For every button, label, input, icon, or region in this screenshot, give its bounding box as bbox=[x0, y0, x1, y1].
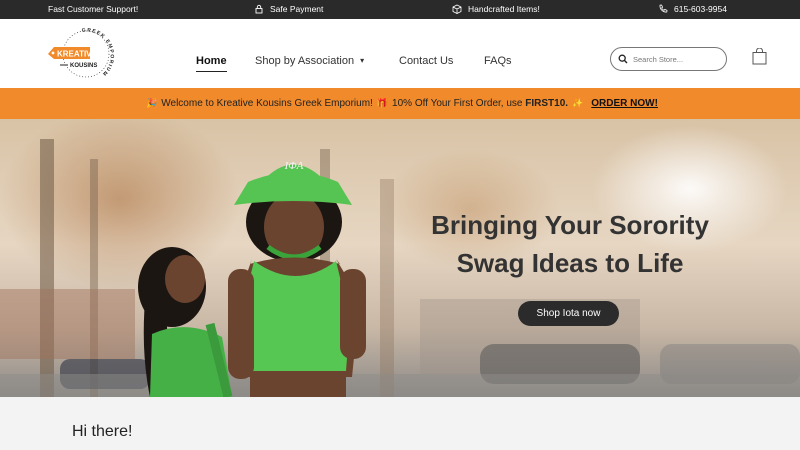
shop-iota-button[interactable]: Shop Iota now bbox=[518, 301, 619, 326]
hero-headline-line1: Bringing Your Sorority bbox=[431, 210, 709, 240]
nav-contact-us[interactable]: Contact Us bbox=[399, 55, 453, 67]
promo-offer: 10% Off Your First Order, use bbox=[392, 98, 523, 109]
handcrafted-notice: Handcrafted Items! bbox=[452, 4, 540, 14]
logo-word-kousins: KOUSINS bbox=[70, 63, 97, 69]
promo-welcome: Welcome to Kreative Kousins Greek Empori… bbox=[161, 98, 373, 109]
payment-text: Safe Payment bbox=[270, 4, 324, 14]
phone-number[interactable]: 615-603-9954 bbox=[674, 4, 727, 14]
lock-icon bbox=[255, 4, 263, 14]
sparkle-icon: ✨ bbox=[572, 98, 584, 108]
promo-code: FIRST10. bbox=[525, 98, 569, 109]
party-popper-icon: 🎉 bbox=[146, 98, 158, 108]
site-header: GREEK EMPORIUM KREATIVE KOUSINS Home Sho… bbox=[0, 19, 800, 88]
search-box[interactable] bbox=[610, 47, 727, 71]
hero-headline-line2: Swag Ideas to Life bbox=[456, 247, 684, 278]
nav-association-label: Shop by Association bbox=[255, 55, 355, 67]
nav-shop-by-association[interactable]: Shop by Association ▾ bbox=[255, 55, 364, 67]
promo-banner: 🎉 Welcome to Kreative Kousins Greek Empo… bbox=[0, 88, 800, 119]
top-bar: Fast Customer Support! Safe Payment Hand… bbox=[0, 0, 800, 19]
logo-word-kreative: KREATIVE bbox=[57, 50, 98, 59]
phone-notice[interactable]: 615-603-9954 bbox=[658, 4, 727, 14]
phone-icon bbox=[659, 4, 668, 13]
box-icon bbox=[452, 4, 462, 14]
hero-banner: IΦA Bringing Your Sorority Swag Ideas to… bbox=[0, 119, 800, 397]
nav-home[interactable]: Home bbox=[196, 55, 227, 72]
site-logo[interactable]: GREEK EMPORIUM KREATIVE KOUSINS bbox=[40, 24, 120, 84]
gift-icon: 🎁 bbox=[376, 98, 389, 108]
hero-headline: Bringing Your Sorority Swag Ideas to Lif… bbox=[400, 207, 740, 282]
chevron-down-icon: ▾ bbox=[360, 56, 365, 65]
intro-section: Hi there! bbox=[0, 397, 800, 450]
intro-greeting: Hi there! bbox=[72, 423, 133, 440]
order-now-link[interactable]: ORDER NOW! bbox=[591, 98, 658, 109]
nav-faqs[interactable]: FAQs bbox=[484, 55, 512, 67]
shopping-bag-icon[interactable] bbox=[752, 48, 767, 65]
support-text: Fast Customer Support! bbox=[48, 4, 139, 14]
hat-lettering: IΦA bbox=[284, 160, 304, 172]
support-notice: Fast Customer Support! bbox=[48, 4, 138, 14]
handcrafted-text: Handcrafted Items! bbox=[468, 4, 540, 14]
search-icon[interactable] bbox=[618, 54, 628, 64]
payment-notice: Safe Payment bbox=[254, 4, 323, 14]
search-input[interactable] bbox=[633, 54, 723, 64]
